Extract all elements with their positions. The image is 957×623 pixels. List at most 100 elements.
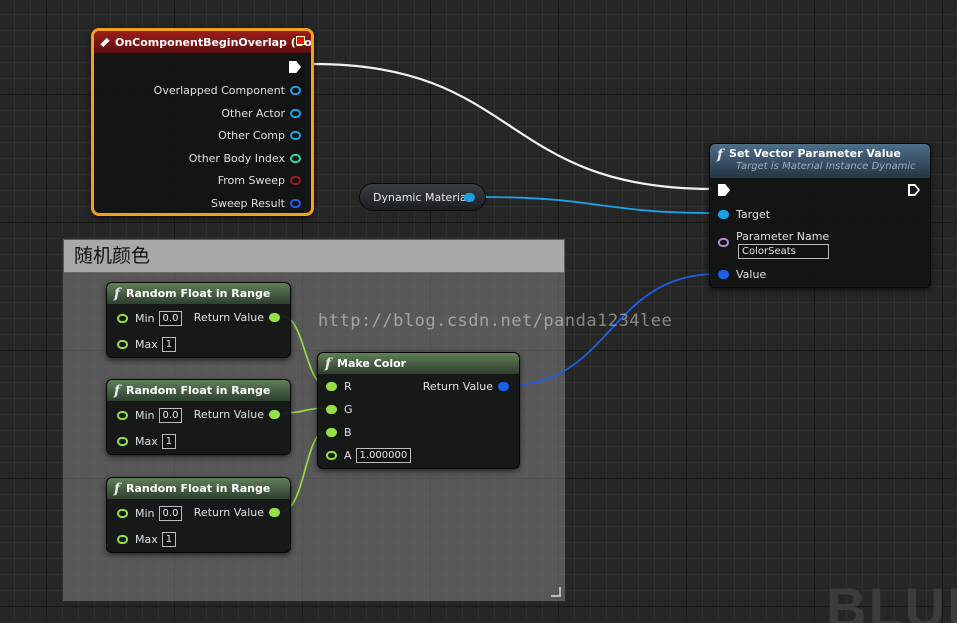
make-color-node[interactable]: f Make Color R Return Value G B A 1.0000… — [317, 352, 520, 469]
struct-pin-icon[interactable] — [718, 270, 729, 279]
random-float-header[interactable]: f Random Float in Range — [107, 380, 290, 401]
pin-label: B — [344, 426, 352, 439]
random-float-node-1[interactable]: f Random Float in Range Min 0.0 Return V… — [106, 282, 291, 358]
float-pin-icon[interactable] — [269, 410, 280, 419]
bool-pin-icon[interactable] — [290, 176, 301, 185]
exec-in-row[interactable] — [718, 184, 730, 196]
function-icon: f — [325, 355, 332, 372]
min-value-field[interactable]: 0.0 — [158, 408, 183, 423]
float-pin-icon[interactable] — [326, 405, 337, 414]
float-pin-icon[interactable] — [117, 437, 128, 446]
min-value-field[interactable]: 0.0 — [158, 506, 183, 521]
pin-label: Min — [135, 409, 155, 422]
exec-out-row[interactable] — [908, 184, 920, 196]
make-color-header[interactable]: f Make Color — [318, 353, 519, 374]
min-value-field[interactable]: 0.0 — [158, 311, 183, 326]
pin-row-sweep-result[interactable]: Sweep Result — [211, 197, 301, 210]
pin-row-overlapped-component[interactable]: Overlapped Component — [154, 84, 301, 97]
random-float-node-3[interactable]: f Random Float in Range Min 0.0 Return V… — [106, 477, 291, 553]
pin-row-target[interactable]: Target — [718, 208, 770, 221]
object-pin-icon[interactable] — [718, 210, 729, 219]
random-float-title: Random Float in Range — [126, 287, 271, 300]
pin-row-min[interactable]: Min 0.0 — [117, 506, 183, 521]
pin-row-g[interactable]: G — [326, 403, 353, 416]
float-pin-icon[interactable] — [326, 451, 337, 460]
pin-label: R — [344, 380, 352, 393]
random-float-header[interactable]: f Random Float in Range — [107, 283, 290, 304]
float-pin-icon[interactable] — [326, 382, 337, 391]
pin-row-other-comp[interactable]: Other Comp — [218, 129, 301, 142]
set-vector-subtitle: Target is Material Instance Dynamic — [736, 161, 916, 172]
function-icon: f — [717, 147, 724, 163]
pin-row-r[interactable]: R — [326, 380, 352, 393]
parameter-name-group: Parameter Name ColorSeats — [736, 230, 830, 259]
event-diamond-icon — [100, 37, 110, 47]
struct-pin-icon[interactable] — [290, 199, 301, 208]
dynamic-material-variable-node[interactable]: Dynamic Material — [359, 183, 486, 211]
event-exec-out-row[interactable] — [289, 61, 301, 73]
float-pin-icon[interactable] — [117, 314, 128, 323]
parameter-name-field[interactable]: ColorSeats — [738, 244, 830, 259]
variable-label: Dynamic Material — [373, 190, 470, 204]
pin-row-a[interactable]: A 1.000000 — [326, 448, 412, 463]
exec-in-pin-icon[interactable] — [718, 184, 730, 196]
float-pin-icon[interactable] — [117, 340, 128, 349]
float-pin-icon[interactable] — [269, 313, 280, 322]
pin-row-other-actor[interactable]: Other Actor — [221, 107, 301, 120]
float-pin-icon[interactable] — [326, 428, 337, 437]
pin-row-from-sweep[interactable]: From Sweep — [218, 174, 301, 187]
set-vector-header[interactable]: f Set Vector Parameter Value Target is M… — [710, 144, 930, 178]
pin-row-b[interactable]: B — [326, 426, 352, 439]
set-vector-parameter-node[interactable]: f Set Vector Parameter Value Target is M… — [709, 143, 931, 288]
pin-row-other-body-index[interactable]: Other Body Index — [189, 152, 301, 165]
event-node-header[interactable]: OnComponentBeginOverlap (Box) — [94, 31, 311, 53]
float-pin-icon[interactable] — [269, 508, 280, 517]
pin-row-return[interactable]: Return Value — [194, 311, 280, 324]
material-wire — [479, 196, 715, 214]
float-pin-icon[interactable] — [117, 535, 128, 544]
exec-out-pin-icon[interactable] — [289, 61, 301, 73]
pin-row-max[interactable]: Max 1 — [117, 532, 177, 547]
pin-row-return[interactable]: Return Value — [194, 408, 280, 421]
object-pin-icon[interactable] — [290, 109, 301, 118]
pin-row-min[interactable]: Min 0.0 — [117, 311, 183, 326]
event-node-title: OnComponentBeginOverlap (Box) — [115, 35, 311, 49]
alpha-value-field[interactable]: 1.000000 — [355, 448, 412, 463]
pin-row-min[interactable]: Min 0.0 — [117, 408, 183, 423]
max-value-field[interactable]: 1 — [161, 532, 177, 547]
pin-label: Max — [135, 338, 158, 351]
comment-resize-handle[interactable] — [551, 587, 561, 597]
struct-pin-icon[interactable] — [498, 382, 509, 391]
pin-row-return[interactable]: Return Value — [194, 506, 280, 519]
float-pin-icon[interactable] — [117, 509, 128, 518]
max-value-field[interactable]: 1 — [161, 434, 177, 449]
pin-label: A — [344, 449, 352, 462]
pin-label: Return Value — [422, 380, 493, 393]
pin-row-parameter-name[interactable]: Parameter Name ColorSeats — [718, 230, 830, 259]
pin-label: Value — [736, 268, 767, 281]
pin-row-value[interactable]: Value — [718, 268, 766, 281]
random-float-title: Random Float in Range — [126, 482, 271, 495]
pin-row-max[interactable]: Max 1 — [117, 337, 177, 352]
event-node-begin-overlap[interactable]: OnComponentBeginOverlap (Box) Overlapped… — [91, 28, 314, 216]
comment-title[interactable]: 随机颜色 — [64, 240, 564, 273]
object-pin-icon[interactable] — [464, 193, 475, 202]
function-icon: f — [114, 480, 121, 497]
exec-out-pin-icon[interactable] — [908, 184, 920, 196]
pin-row-max[interactable]: Max 1 — [117, 434, 177, 449]
object-pin-icon[interactable] — [290, 86, 301, 95]
function-icon: f — [114, 285, 121, 302]
random-float-node-2[interactable]: f Random Float in Range Min 0.0 Return V… — [106, 379, 291, 455]
object-pin-icon[interactable] — [290, 131, 301, 140]
integer-pin-icon[interactable] — [290, 154, 301, 163]
name-pin-icon[interactable] — [718, 238, 729, 247]
corner-logo-watermark: BLUE — [826, 576, 957, 623]
random-float-header[interactable]: f Random Float in Range — [107, 478, 290, 499]
max-value-field[interactable]: 1 — [161, 337, 177, 352]
pin-label: Other Actor — [221, 107, 285, 120]
float-pin-icon[interactable] — [117, 411, 128, 420]
pin-label: Return Value — [193, 506, 264, 519]
pin-label: Overlapped Component — [153, 84, 285, 97]
pin-row-return[interactable]: Return Value — [423, 380, 509, 393]
delegate-pin-icon[interactable] — [296, 36, 305, 45]
